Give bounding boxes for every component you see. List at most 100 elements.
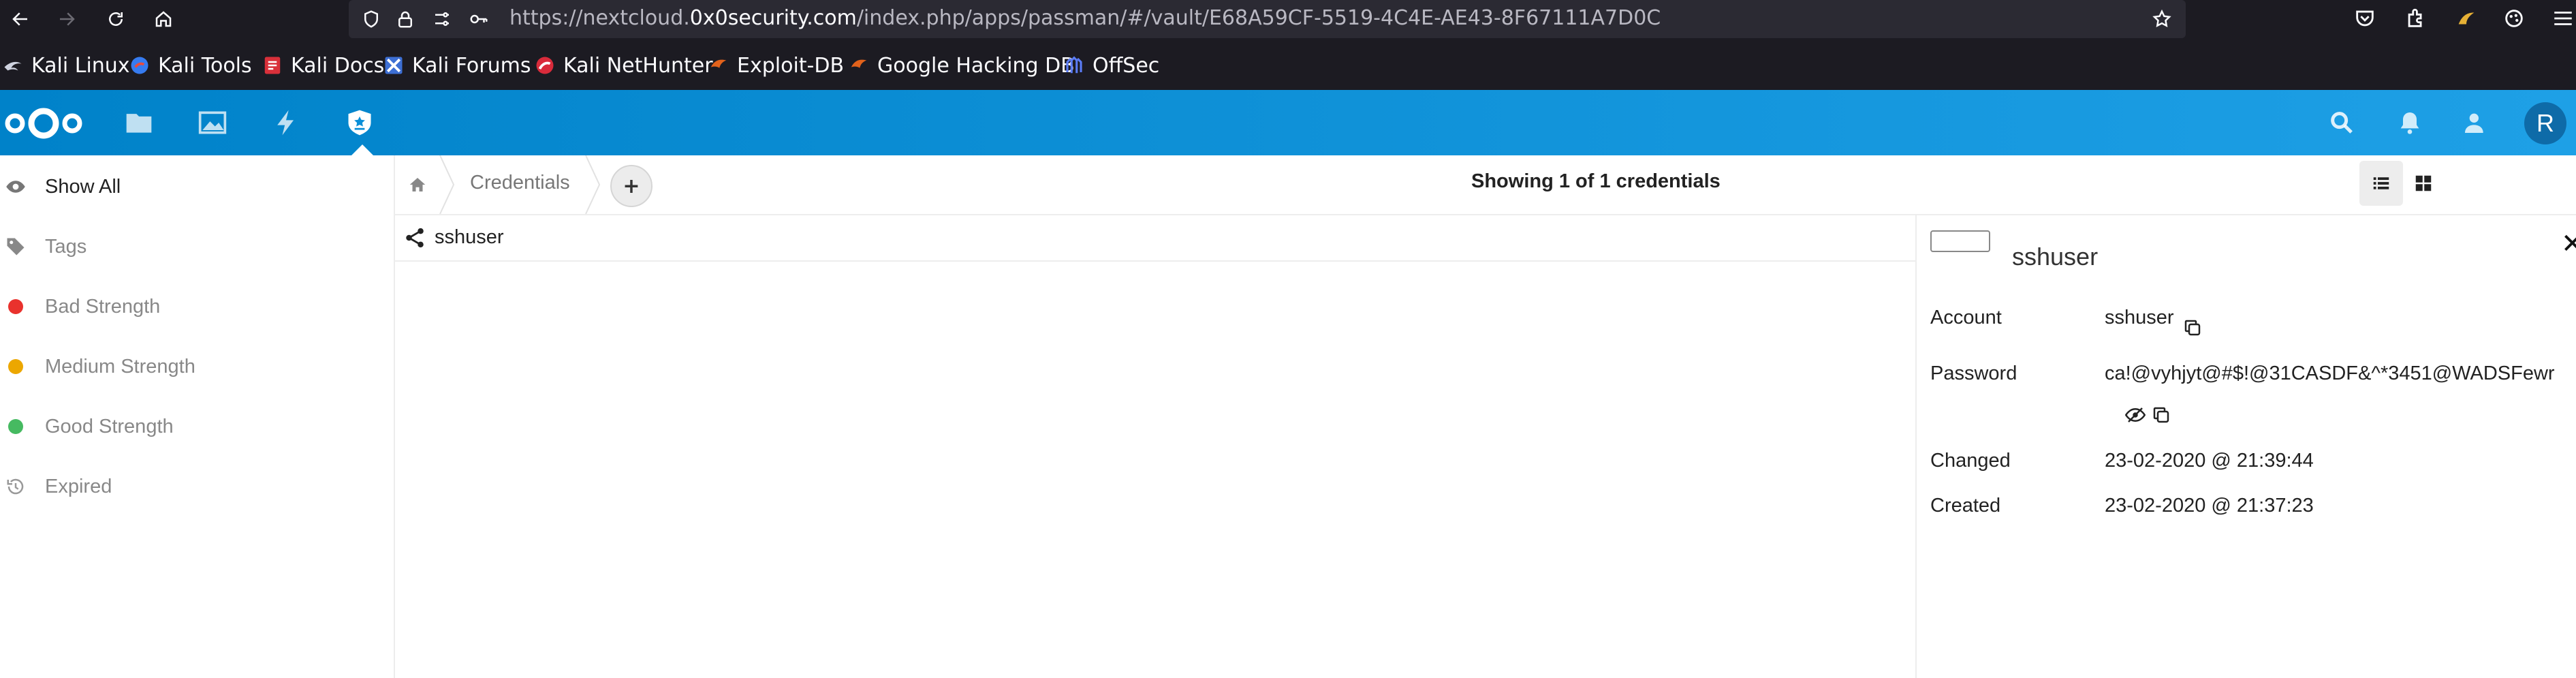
credential-count: Showing 1 of 1 credentials: [1471, 170, 1721, 192]
reload-button[interactable]: [102, 5, 129, 33]
browser-toolbar: https://nextcloud.0x0security.com/index.…: [0, 0, 2576, 40]
bookmark-offsec[interactable]: OffSec: [1064, 53, 1159, 78]
pocket-icon[interactable]: [2353, 7, 2378, 31]
back-arrow-icon: [12, 12, 27, 26]
url-text[interactable]: https://nextcloud.0x0security.com/index.…: [509, 6, 1661, 31]
password-value: ca!@vyhjyt@#$!@31CASDF&^*3451@WADSFewr: [2105, 363, 2555, 384]
bookmark-kali-nethunter[interactable]: Kali NetHunter: [535, 53, 713, 78]
url-domain: 0x0security.com: [689, 6, 857, 30]
active-app-indicator: [351, 144, 373, 155]
exploit-db-icon: [708, 55, 729, 76]
list-view-icon: [2373, 177, 2389, 189]
credential-favicon: [1930, 230, 1990, 252]
add-credential-button[interactable]: +: [610, 165, 653, 207]
sidebar-item-label: Tags: [45, 235, 87, 258]
copy-icon[interactable]: [2151, 405, 2171, 425]
bookmark-kali-tools[interactable]: Kali Tools: [129, 53, 252, 78]
list-view-button[interactable]: [2359, 161, 2403, 206]
bookmark-label: Kali Tools: [158, 53, 252, 78]
bookmark-label: Kali Docs: [291, 53, 385, 78]
sidebar-item-bad-strength[interactable]: Bad Strength: [0, 279, 394, 334]
account-value: sshuser: [2105, 307, 2174, 328]
share-icon: [406, 228, 424, 248]
search-icon[interactable]: [2328, 109, 2355, 136]
history-icon: [5, 476, 26, 497]
close-icon[interactable]: ✕: [2561, 230, 2576, 258]
notifications-icon[interactable]: [2396, 109, 2423, 136]
kali-extension-icon[interactable]: [2455, 7, 2479, 31]
ghdb-icon: [849, 55, 869, 76]
credential-detail-panel: sshuser ✕ Account sshuser Password ca!@v…: [1915, 215, 2576, 678]
sidebar-item-label: Good Strength: [45, 415, 174, 437]
shield-icon[interactable]: [361, 9, 381, 29]
breadcrumb-credentials[interactable]: Credentials: [470, 172, 570, 194]
lock-icon[interactable]: [395, 9, 415, 29]
bookmark-star-icon[interactable]: [2152, 9, 2172, 29]
password-label: Password: [1930, 363, 2017, 384]
activity-icon[interactable]: [271, 108, 301, 138]
green-dot-icon: [5, 416, 26, 437]
created-value: 23-02-2020 @ 21:37:23: [2105, 495, 2314, 517]
eye-icon: [5, 176, 26, 197]
contacts-icon[interactable]: [2462, 109, 2489, 136]
bookmark-exploit-db[interactable]: Exploit-DB: [708, 53, 844, 78]
bookmark-label: Kali Forums: [412, 53, 531, 78]
settings-icon[interactable]: [2502, 7, 2527, 31]
sidebar-item-good-strength[interactable]: Good Strength: [0, 399, 394, 454]
kali-tools-icon: [129, 55, 150, 76]
account-label: Account: [1930, 307, 2002, 328]
menu-icon[interactable]: [2551, 7, 2576, 31]
photos-icon[interactable]: [198, 108, 227, 138]
files-icon[interactable]: [124, 108, 154, 138]
credential-row[interactable]: sshuser: [395, 215, 1915, 262]
offsec-icon: [1064, 55, 1084, 76]
back-button[interactable]: [7, 5, 34, 33]
credential-list: sshuser: [395, 215, 1915, 678]
url-suffix: /index.php/apps/passman/#/vault/E68A59CF…: [856, 6, 1661, 30]
bookmark-label: Exploit-DB: [737, 53, 845, 78]
sidebar-item-expired[interactable]: Expired: [0, 459, 394, 514]
credential-title: sshuser: [2012, 243, 2099, 271]
grid-view-icon: [2415, 175, 2432, 191]
bookmark-kali-docs[interactable]: Kali Docs: [262, 53, 384, 78]
nextcloud-header: R: [0, 90, 2576, 155]
bookmark-kali-linux[interactable]: Kali Linux: [3, 53, 130, 78]
home-icon[interactable]: [407, 174, 428, 195]
bookmark-label: Kali Linux: [31, 53, 130, 78]
user-avatar[interactable]: R: [2524, 102, 2566, 144]
sidebar-item-label: Expired: [45, 475, 112, 497]
home-icon: [155, 11, 172, 27]
kali-docs-icon: [262, 55, 283, 76]
kali-dragon-icon: [3, 55, 23, 76]
forward-button[interactable]: [53, 5, 80, 33]
eye-slash-icon[interactable]: [2124, 405, 2146, 425]
passman-icon[interactable]: [345, 108, 375, 138]
credential-label: sshuser: [435, 226, 504, 248]
forward-arrow-icon: [60, 12, 75, 26]
yellow-dot-icon: [5, 356, 26, 377]
sidebar-item-label: Bad Strength: [45, 295, 161, 318]
bookmark-kali-forums[interactable]: Kali Forums: [383, 53, 531, 78]
sidebar-item-show-all[interactable]: Show All: [0, 159, 394, 214]
sidebar-item-medium-strength[interactable]: Medium Strength: [0, 339, 394, 394]
key-icon[interactable]: [469, 9, 489, 29]
nextcloud-logo[interactable]: [0, 104, 87, 143]
sidebar-item-tags[interactable]: Tags: [0, 219, 394, 274]
breadcrumb-separator: [439, 155, 455, 214]
sidebar-item-label: Show All: [45, 175, 121, 198]
home-button[interactable]: [150, 5, 177, 33]
red-dot-icon: [5, 296, 26, 317]
extensions-icon[interactable]: [2404, 7, 2429, 31]
permissions-icon[interactable]: [432, 9, 452, 29]
url-prefix: https://nextcloud.: [509, 6, 690, 30]
created-label: Created: [1930, 495, 2001, 517]
sidebar-item-label: Medium Strength: [45, 355, 195, 377]
grid-view-button[interactable]: [2402, 161, 2445, 206]
copy-icon[interactable]: [2182, 318, 2203, 338]
changed-label: Changed: [1930, 450, 2011, 472]
sidebar: Show All Tags Bad Strength Medium Streng…: [0, 155, 395, 678]
kali-forums-icon: [383, 55, 404, 76]
address-bar[interactable]: https://nextcloud.0x0security.com/index.…: [349, 0, 2186, 38]
changed-value: 23-02-2020 @ 21:39:44: [2105, 450, 2314, 472]
bookmark-google-hacking-db[interactable]: Google Hacking DB: [849, 53, 1075, 78]
